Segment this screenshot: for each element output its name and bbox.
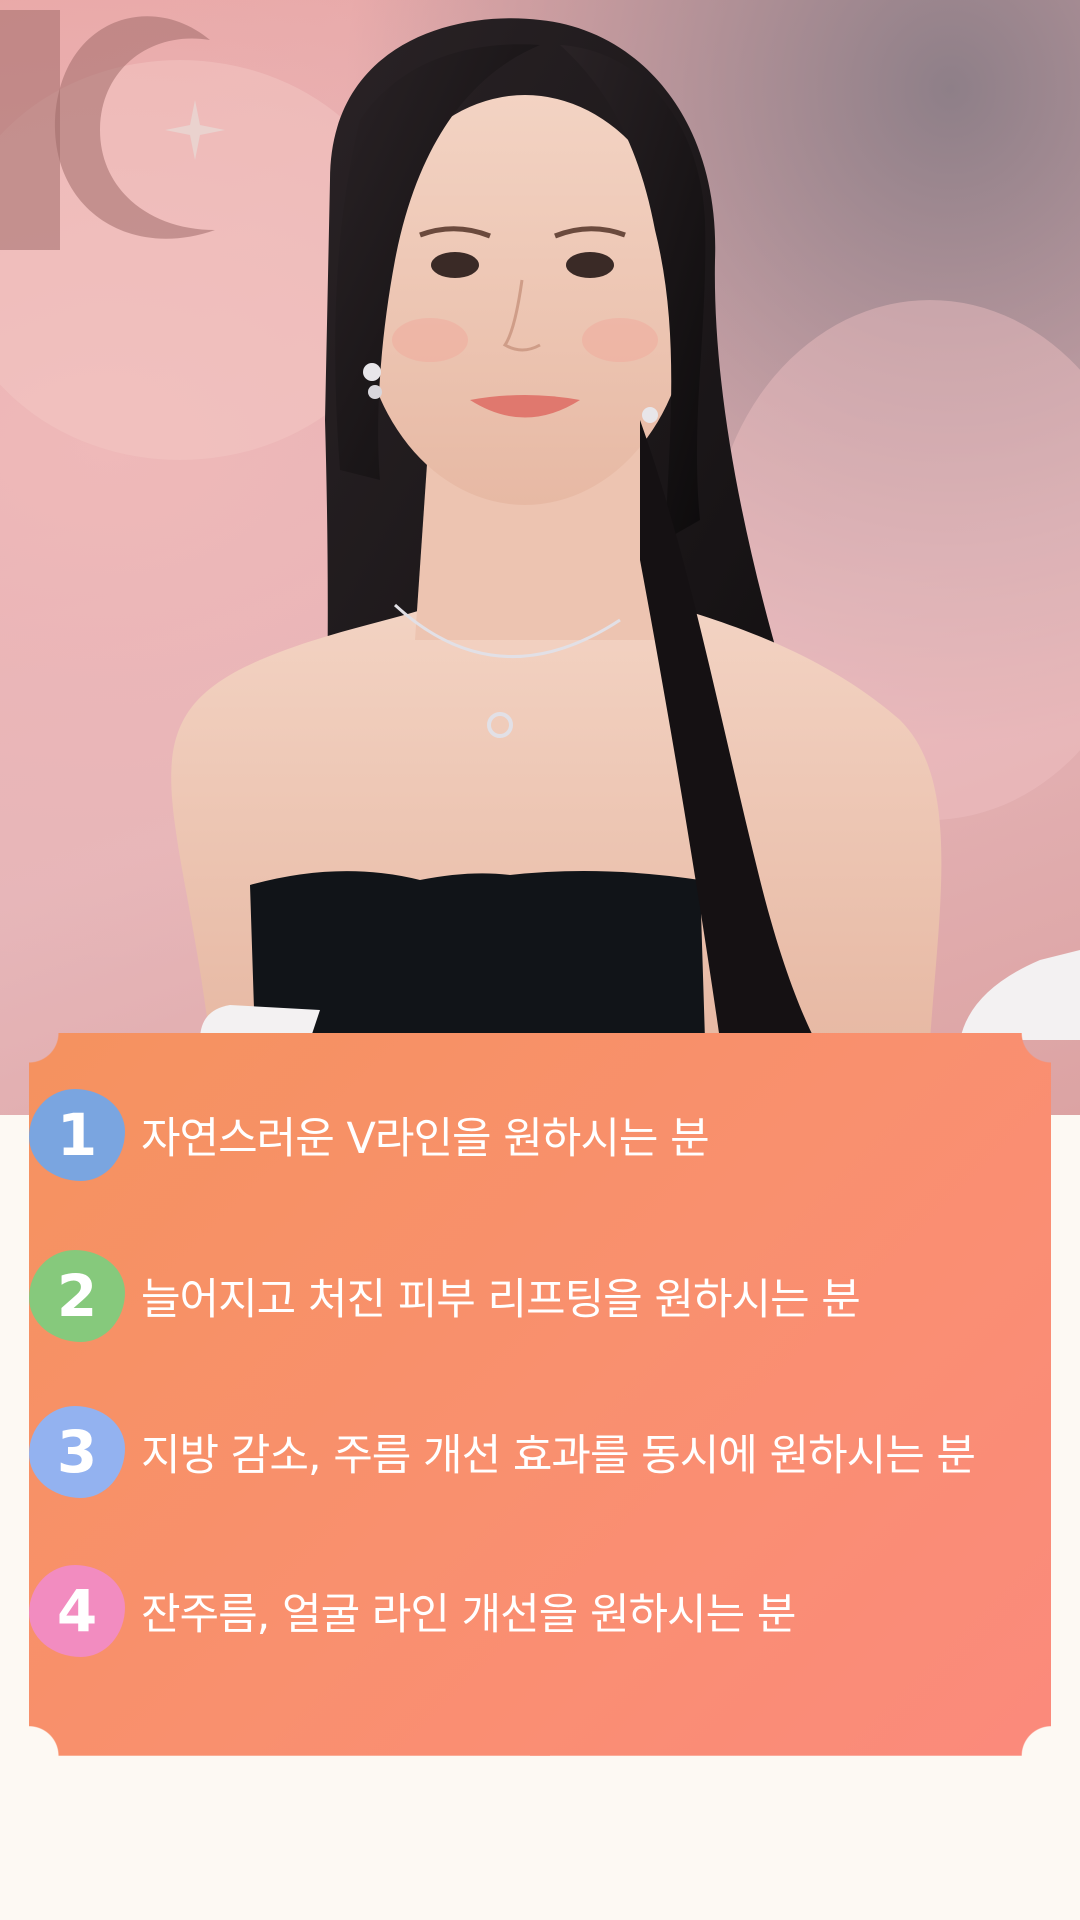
list-item-text: 자연스러운 V라인을 원하시는 분: [141, 1114, 710, 1164]
moon-star-logo-icon: [0, 10, 225, 250]
list-item: 2 늘어지고 처진 피부 리프팅을 원하시는 분: [29, 1248, 861, 1344]
list-item-text: 지방 감소, 주름 개선 효과를 동시에 원하시는 분: [141, 1431, 976, 1481]
list-item: 3 지방 감소, 주름 개선 효과를 동시에 원하시는 분: [29, 1404, 976, 1500]
number-badge: 1: [29, 1089, 125, 1181]
list-item: 4 잔주름, 얼굴 라인 개선을 원하시는 분: [29, 1563, 796, 1659]
number-badge: 3: [29, 1406, 125, 1498]
list-item: 1 자연스러운 V라인을 원하시는 분: [29, 1087, 710, 1183]
hero-photo: [0, 0, 1080, 1115]
list-item-text: 늘어지고 처진 피부 리프팅을 원하시는 분: [141, 1275, 861, 1325]
number-badge: 4: [29, 1565, 125, 1657]
list-item-text: 잔주름, 얼굴 라인 개선을 원하시는 분: [141, 1590, 796, 1640]
number-badge: 2: [29, 1250, 125, 1342]
